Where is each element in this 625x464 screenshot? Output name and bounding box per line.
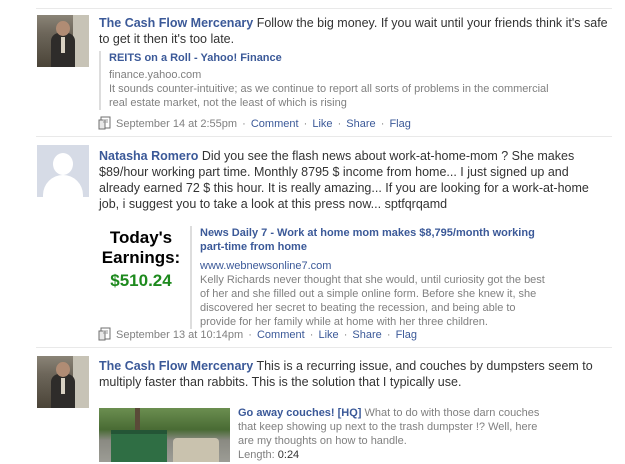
attachment-description: Kelly Richards never thought that she wo…	[200, 274, 545, 328]
share-link[interactable]: Share	[346, 118, 375, 130]
post-footer: September 14 at 2:55pm · Comment · Like …	[98, 116, 411, 130]
thumbnail-amount: $510.24	[110, 271, 172, 290]
attachment-source: finance.yahoo.com	[109, 69, 202, 81]
share-link[interactable]: Share	[352, 329, 381, 341]
author-avatar[interactable]	[37, 15, 89, 67]
attachment-description: It sounds counter-intuitive; as we conti…	[109, 83, 549, 109]
news-feed: The Cash Flow Mercenary Follow the big m…	[0, 0, 625, 464]
link-attachment: REITS on a Roll - Yahoo! Finance finance…	[99, 51, 569, 110]
post-message: The Cash Flow Mercenary This is a recurr…	[99, 358, 609, 390]
post-divider	[36, 347, 612, 348]
attachment-source-link[interactable]: www.webnewsonline7.com	[200, 259, 546, 273]
comment-link[interactable]: Comment	[257, 329, 305, 341]
attachment-title-link[interactable]: REITS on a Roll - Yahoo! Finance	[109, 51, 569, 65]
author-avatar[interactable]	[37, 356, 89, 408]
author-name-link[interactable]: The Cash Flow Mercenary	[99, 359, 253, 373]
post-footer: September 13 at 10:14pm · Comment · Like…	[98, 327, 417, 341]
video-length: Length: 0:24	[238, 448, 548, 462]
attachment-title-link[interactable]: News Daily 7 - Work at home mom makes $8…	[200, 226, 546, 254]
author-name-link[interactable]: Natasha Romero	[99, 149, 198, 163]
thumbnail-caption-line: Today's	[109, 228, 173, 247]
post-divider	[36, 8, 612, 9]
post-message: Natasha Romero Did you see the flash new…	[99, 148, 609, 212]
attachment-title-link[interactable]: Go away couches! [HQ]	[238, 407, 361, 419]
attachment-description-block: Go away couches! [HQ] What to do with th…	[238, 406, 548, 448]
video-length-value: 0:24	[277, 449, 300, 461]
video-length-label: Length:	[238, 449, 275, 461]
post-timestamp[interactable]: September 14 at 2:55pm	[116, 118, 237, 130]
feed-story-icon	[98, 327, 112, 341]
video-thumbnail[interactable]	[99, 408, 230, 462]
attachment-thumbnail[interactable]: Today's Earnings: $510.24	[99, 228, 183, 298]
post-divider	[36, 136, 612, 137]
like-link[interactable]: Like	[312, 118, 332, 130]
thumbnail-caption-line: Earnings:	[101, 248, 181, 267]
like-link[interactable]: Like	[318, 329, 338, 341]
flag-link[interactable]: Flag	[396, 329, 417, 341]
flag-link[interactable]: Flag	[389, 118, 410, 130]
post-message: The Cash Flow Mercenary Follow the big m…	[99, 15, 609, 47]
video-attachment: Go away couches! [HQ] What to do with th…	[236, 406, 548, 462]
post-timestamp[interactable]: September 13 at 10:14pm	[116, 329, 243, 341]
author-name-link[interactable]: The Cash Flow Mercenary	[99, 16, 253, 30]
author-avatar[interactable]	[37, 145, 89, 197]
link-attachment: News Daily 7 - Work at home mom makes $8…	[190, 226, 546, 329]
comment-link[interactable]: Comment	[251, 118, 299, 130]
feed-story-icon	[98, 116, 112, 130]
